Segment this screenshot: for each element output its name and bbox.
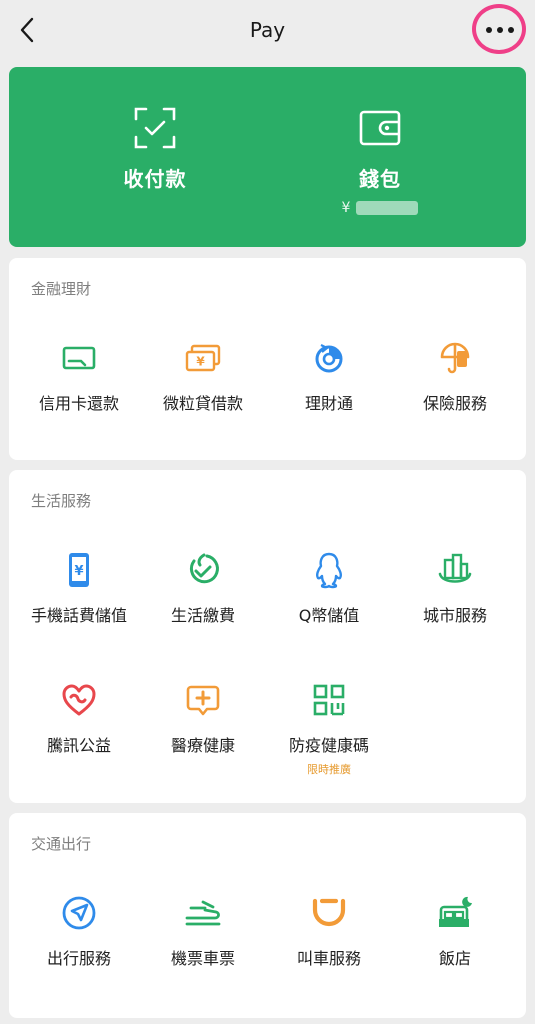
receive-pay-button[interactable]: 收付款 bbox=[65, 106, 245, 192]
svg-text:¥: ¥ bbox=[196, 355, 205, 369]
service-label: 理財通 bbox=[304, 394, 353, 413]
page-title: Pay bbox=[249, 18, 286, 42]
service-label: 信用卡還款 bbox=[38, 394, 119, 413]
credit-card-icon bbox=[62, 346, 96, 370]
service-label: 保險服務 bbox=[422, 394, 487, 413]
utility-payment-icon bbox=[189, 553, 219, 584]
service-label: 防疫健康碼 bbox=[288, 736, 369, 755]
section-finance: 金融理財 信用卡還款 ¥ 微粒貸借款 理財通 保險服務 bbox=[9, 258, 526, 460]
promo-tag: 限時推廣 bbox=[307, 763, 351, 776]
wallet-icon bbox=[359, 110, 401, 146]
section-title: 金融理財 bbox=[31, 280, 92, 298]
phone-topup-icon: ¥ bbox=[69, 553, 89, 587]
service-health-code[interactable]: 防疫健康碼 限時推廣 bbox=[267, 680, 391, 777]
service-hotel[interactable]: 飯店 bbox=[393, 893, 517, 969]
currency-symbol: ¥ bbox=[341, 200, 351, 216]
charity-heart-icon bbox=[62, 684, 96, 716]
section-title: 生活服務 bbox=[31, 492, 92, 510]
service-city-services[interactable]: 城市服務 bbox=[393, 550, 517, 626]
service-q-coin-topup[interactable]: Q幣儲值 bbox=[267, 550, 391, 626]
service-label: 生活繳費 bbox=[170, 606, 235, 625]
scan-check-icon bbox=[134, 107, 176, 149]
service-label: 醫療健康 bbox=[170, 736, 235, 755]
service-insurance[interactable]: 保險服務 bbox=[393, 338, 517, 414]
hotel-bed-icon bbox=[439, 896, 472, 927]
service-label: Q幣儲值 bbox=[298, 606, 360, 625]
balance-redacted bbox=[356, 201, 419, 215]
service-flight-train-tickets[interactable]: 機票車票 bbox=[141, 893, 265, 969]
service-medical-health[interactable]: 醫療健康 bbox=[141, 680, 265, 756]
ride-hailing-icon bbox=[312, 898, 346, 927]
service-label: 城市服務 bbox=[422, 606, 487, 625]
qq-penguin-icon bbox=[316, 552, 342, 589]
service-credit-card-repayment[interactable]: 信用卡還款 bbox=[17, 338, 141, 414]
more-dots-icon bbox=[486, 27, 514, 33]
medical-cross-icon bbox=[186, 685, 220, 716]
qr-code-icon bbox=[313, 684, 345, 716]
receive-pay-label: 收付款 bbox=[123, 167, 187, 191]
wallet-label: 錢包 bbox=[359, 167, 401, 191]
more-options-button[interactable] bbox=[477, 14, 523, 46]
service-tencent-charity[interactable]: 騰訊公益 bbox=[17, 680, 141, 756]
wallet-button[interactable]: 錢包 ¥ bbox=[290, 106, 470, 216]
insurance-umbrella-icon bbox=[440, 342, 470, 374]
service-travel[interactable]: 出行服務 bbox=[17, 893, 141, 969]
service-utility-payment[interactable]: 生活繳費 bbox=[141, 550, 265, 626]
service-label: 飯店 bbox=[438, 949, 471, 968]
service-label: 微粒貸借款 bbox=[162, 394, 243, 413]
navigation-arrow-icon bbox=[62, 896, 96, 930]
train-ticket-icon bbox=[185, 900, 221, 926]
city-buildings-icon bbox=[438, 553, 472, 583]
section-title: 交通出行 bbox=[31, 835, 92, 853]
service-label: 機票車票 bbox=[170, 949, 235, 968]
service-phone-topup[interactable]: ¥ 手機話費儲值 bbox=[17, 550, 141, 626]
section-transport: 交通出行 出行服務 機票車票 叫車服務 飯店 bbox=[9, 813, 526, 1018]
wealth-management-icon bbox=[315, 344, 343, 373]
service-label: 出行服務 bbox=[46, 949, 111, 968]
service-label: 手機話費儲值 bbox=[30, 606, 127, 625]
service-ride-hailing[interactable]: 叫車服務 bbox=[267, 893, 391, 969]
service-wealth-management[interactable]: 理財通 bbox=[267, 338, 391, 414]
loan-bill-icon: ¥ bbox=[185, 344, 221, 372]
section-life-services: 生活服務 ¥ 手機話費儲值 生活繳費 Q幣儲值 城市服務 騰訊公益 醫療健康 防… bbox=[9, 470, 526, 803]
svg-text:¥: ¥ bbox=[74, 564, 83, 579]
service-microloan[interactable]: ¥ 微粒貸借款 bbox=[141, 338, 265, 414]
service-label: 叫車服務 bbox=[296, 949, 361, 968]
wallet-balance: ¥ bbox=[290, 200, 470, 216]
navigation-bar: Pay bbox=[0, 0, 535, 62]
service-label: 騰訊公益 bbox=[46, 736, 111, 755]
